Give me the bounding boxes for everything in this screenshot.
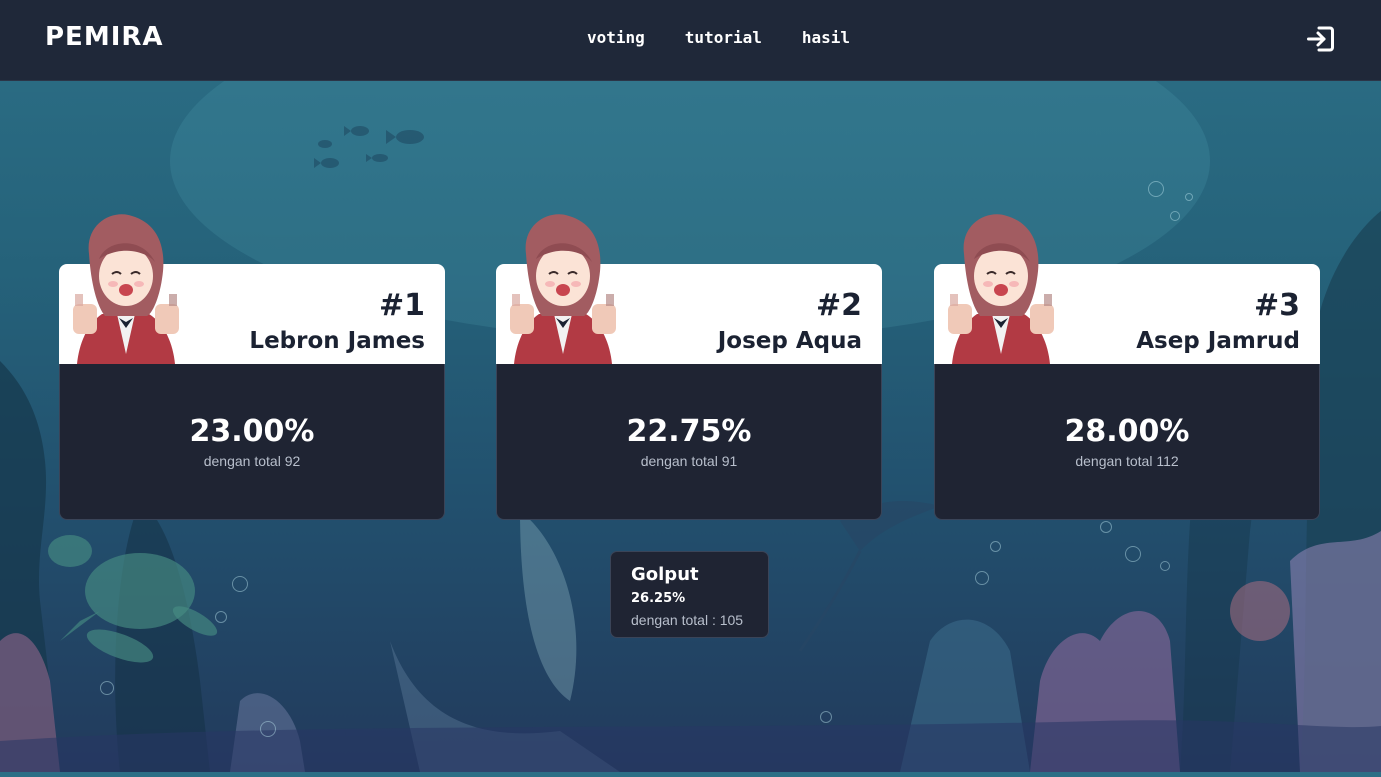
candidate-name: Asep Jamrud: [1136, 328, 1300, 354]
nav-link-hasil[interactable]: hasil: [802, 28, 850, 47]
logout-button[interactable]: [1306, 24, 1336, 54]
candidate-total: dengan total 112: [1075, 453, 1179, 469]
candidate-name: Josep Aqua: [717, 328, 862, 354]
bubble: [1125, 546, 1141, 562]
golput-card: Golput 26.25% dengan total : 105: [610, 551, 769, 638]
nav-links: voting tutorial hasil: [587, 28, 850, 47]
nav-link-tutorial[interactable]: tutorial: [685, 28, 762, 47]
golput-total: dengan total : 105: [631, 612, 744, 628]
bubble: [100, 681, 114, 695]
bubble: [1170, 211, 1180, 221]
candidate-total: dengan total 92: [203, 453, 301, 469]
brand-logo[interactable]: PEMIRA: [45, 22, 164, 52]
candidate-avatar: [73, 214, 179, 364]
bubble: [1160, 561, 1170, 571]
bubble: [260, 721, 276, 737]
candidate-percentage: 23.00%: [189, 414, 315, 449]
bubble: [990, 541, 1001, 552]
golput-title: Golput: [631, 564, 699, 585]
candidate-card: #1 Lebron James 23.00% dengan total 92: [59, 214, 445, 520]
bubble: [1148, 181, 1164, 197]
candidate-avatar: [948, 214, 1054, 364]
candidate-avatar: [510, 214, 616, 364]
bubble: [1100, 521, 1112, 533]
bubble: [215, 611, 227, 623]
golput-percentage: 26.25%: [631, 591, 686, 606]
bubble: [975, 571, 989, 585]
candidate-number: #1: [378, 288, 425, 323]
navbar: PEMIRA voting tutorial hasil: [0, 0, 1381, 81]
nav-link-voting[interactable]: voting: [587, 28, 645, 47]
candidate-name: Lebron James: [249, 328, 425, 354]
candidate-card: #3 Asep Jamrud 28.00% dengan total 112: [934, 214, 1320, 520]
candidate-percentage: 28.00%: [1064, 414, 1190, 449]
candidate-total: dengan total 91: [640, 453, 738, 469]
bubble: [232, 576, 248, 592]
logout-icon: [1307, 26, 1334, 52]
candidate-percentage: 22.75%: [626, 414, 752, 449]
candidate-number: #2: [815, 288, 862, 323]
candidate-number: #3: [1253, 288, 1300, 323]
candidate-card: #2 Josep Aqua 22.75% dengan total 91: [496, 214, 882, 520]
bubble: [820, 711, 832, 723]
bubble: [1185, 193, 1193, 201]
